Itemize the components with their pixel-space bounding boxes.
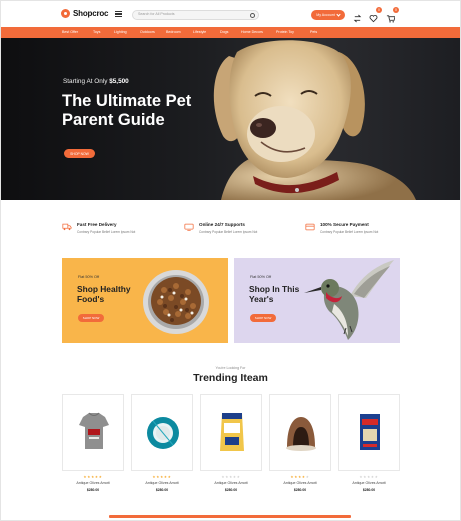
product-card[interactable]: ★★★★★ Antique Olives Amott $280.00 <box>200 394 262 494</box>
truck-icon <box>62 223 72 231</box>
promo-card-food[interactable]: Flat 50% Off Shop Healthy Food's SHOP NO… <box>62 258 228 343</box>
product-image-frame[interactable] <box>62 394 124 471</box>
promo-kicker: Flat 50% Off <box>78 275 100 279</box>
page: Shopcroc Search for All Products My Acco… <box>0 0 461 521</box>
hummingbird-image <box>304 260 394 340</box>
nav-item-lifestyle[interactable]: Lifestyle <box>193 30 206 34</box>
star-rating: ★★★★★ <box>131 475 193 479</box>
nav-item-pets[interactable]: Pets <box>310 30 317 34</box>
feature-title: Online 24/7 Supports <box>199 222 245 227</box>
product-name[interactable]: Antique Olives Amott <box>200 481 262 485</box>
nav-item-bedroom[interactable]: Bedroom <box>166 30 181 34</box>
hero-title: The Ultimate Pet Parent Guide <box>62 92 192 129</box>
promo-shop-now-button[interactable]: SHOP NOW <box>78 314 104 322</box>
pet-bed-icon <box>286 417 316 451</box>
account-button[interactable]: My Account <box>311 10 345 20</box>
dog-shirt-icon <box>79 412 109 449</box>
star-icon: ★ <box>305 475 310 479</box>
product-card[interactable]: ★★★★★ Antique Olives Amott $280.00 <box>131 394 193 494</box>
logo-text: Shopcroc <box>73 9 109 18</box>
wishlist-count-badge: 0 <box>376 7 382 13</box>
feature-text: Contrary Popular Belief Lorem Ipsum Not <box>77 230 136 234</box>
product-name[interactable]: Antique Olives Amott <box>338 481 400 485</box>
header: Shopcroc Search for All Products My Acco… <box>1 1 460 27</box>
food-bowl-image <box>143 270 209 334</box>
nav-item-dogs[interactable]: Dogs <box>220 30 228 34</box>
trending-title: Trending Iteam <box>193 372 268 384</box>
nav-item-toys[interactable]: Toys <box>93 30 100 34</box>
main-nav: Best Offer Toys Lighting Outdoors Bedroo… <box>1 27 460 38</box>
star-icon: ★ <box>236 475 241 479</box>
product-name[interactable]: Antique Olives Amott <box>131 481 193 485</box>
pet-bowl-icon <box>147 417 179 449</box>
promo-kicker: Flat 50% Off <box>250 275 272 279</box>
hero-banner: Starting At Only $5,500 The Ultimate Pet… <box>1 38 460 200</box>
support-monitor-icon <box>184 223 194 231</box>
product-image-frame[interactable] <box>200 394 262 471</box>
product-price: $280.00 <box>362 488 376 492</box>
nav-item-home-decors[interactable]: Home Decors <box>241 30 263 34</box>
star-rating: ★★★★★ <box>62 475 124 479</box>
promo-card-bird[interactable]: Flat 50% Off Shop In This Year's SHOP NO… <box>234 258 400 343</box>
nav-item-protein-toy[interactable]: Protein Toy <box>276 30 294 34</box>
star-rating: ★★★★★ <box>269 475 331 479</box>
product-card[interactable]: ★★★★★ Antique Olives Amott $280.00 <box>62 394 124 494</box>
promo-shop-now-button[interactable]: SHOP NOW <box>250 314 276 322</box>
hero-price: $5,500 <box>109 78 129 85</box>
search-icon[interactable] <box>250 13 255 18</box>
product-price: $280.00 <box>86 488 100 492</box>
star-rating: ★★★★★ <box>338 475 400 479</box>
nav-item-outdoors[interactable]: Outdoors <box>140 30 155 34</box>
product-image-frame[interactable] <box>131 394 193 471</box>
promo-title: Shop Healthy Food's <box>77 284 131 304</box>
logo-icon <box>61 9 70 18</box>
product-card[interactable]: ★★★★★ Antique Olives Amott $280.00 <box>269 394 331 494</box>
product-image-frame[interactable] <box>338 394 400 471</box>
food-bag-icon <box>220 413 244 451</box>
product-name[interactable]: Antique Olives Amott <box>269 481 331 485</box>
hero-kicker-text: Starting At Only <box>63 78 108 85</box>
logo[interactable]: Shopcroc <box>61 9 108 18</box>
product-image-frame[interactable] <box>269 394 331 471</box>
feature-text: Contrary Popular Belief Lorem Ipsum Not <box>320 230 379 234</box>
trending-kicker: You're Looking For <box>215 366 246 370</box>
hero-kicker: Starting At Only $5,500 <box>63 78 129 85</box>
account-label: My Account <box>316 13 335 17</box>
product-price: $280.00 <box>224 488 238 492</box>
product-card[interactable]: ★★★★★ Antique Olives Amott $280.00 <box>338 394 400 494</box>
search-input[interactable]: Search for All Products <box>132 10 259 20</box>
star-icon: ★ <box>98 475 103 479</box>
compare-icon[interactable] <box>353 10 362 23</box>
product-price: $280.00 <box>293 488 307 492</box>
star-rating: ★★★★★ <box>200 475 262 479</box>
nav-item-best-offer[interactable]: Best Offer <box>62 30 78 34</box>
wishlist-icon[interactable]: 0 <box>369 7 382 23</box>
hero-shop-now-button[interactable]: SHOP NOW <box>64 149 95 158</box>
footer-accent-bar <box>109 515 351 518</box>
credit-card-icon <box>305 223 315 231</box>
feature-text: Contrary Popular Belief Lorem Ipsum Not <box>199 230 258 234</box>
feature-title: Fast Free Delivery <box>77 222 117 227</box>
cart-icon[interactable]: 0 <box>386 7 399 23</box>
product-name[interactable]: Antique Olives Amott <box>62 481 124 485</box>
search-placeholder: Search for All Products <box>138 12 175 16</box>
star-icon: ★ <box>374 475 379 479</box>
star-icon: ★ <box>167 475 172 479</box>
product-price: $280.00 <box>155 488 169 492</box>
cart-count-badge: 0 <box>393 7 399 13</box>
food-box-icon <box>360 414 380 450</box>
dog-image <box>213 40 416 200</box>
chevron-down-icon <box>336 12 341 17</box>
nav-item-lighting[interactable]: Lighting <box>114 30 127 34</box>
feature-title: 100% Secure Payment <box>320 222 369 227</box>
menu-icon[interactable] <box>115 11 122 17</box>
